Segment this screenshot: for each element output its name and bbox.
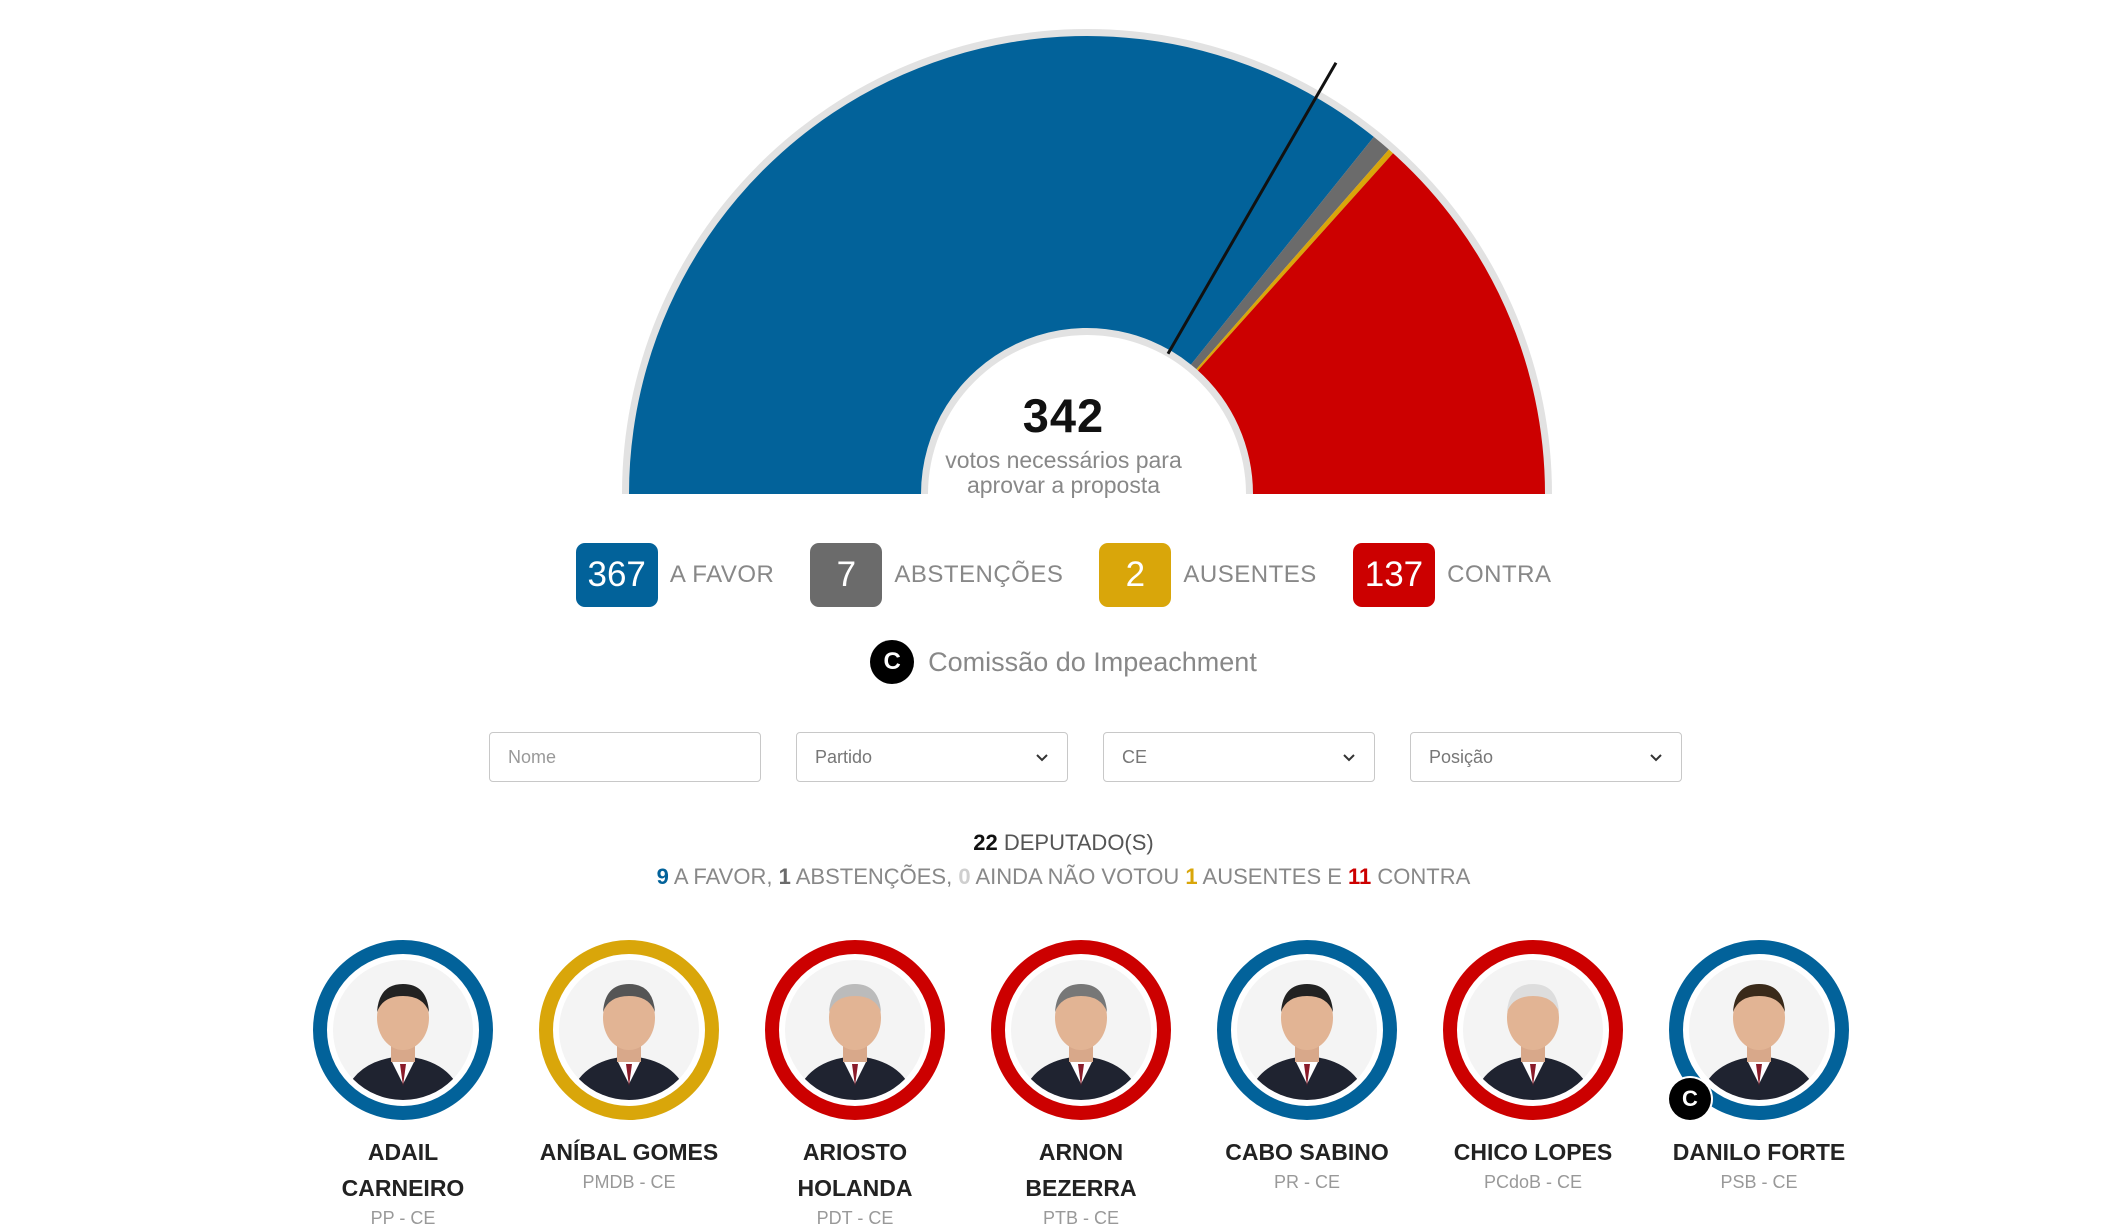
deputy-name: ADAIL CARNEIRO	[341, 1139, 465, 1201]
legend-contra-count: 137	[1352, 543, 1436, 607]
deputy-avatar	[991, 940, 1171, 1120]
commission-badge-icon: C	[870, 640, 915, 684]
position-select-value: Posição	[1429, 746, 1494, 767]
deputy-party: PCdoB - CE	[1483, 1172, 1583, 1192]
legend-ausentes: 2 AUSENTES	[1099, 543, 1316, 607]
breakdown-notvoted-count: 0	[958, 864, 971, 889]
deputy-card[interactable]: ADAIL CARNEIRO PP - CE	[313, 940, 493, 1229]
deputy-name: ANÍBAL GOMES	[539, 1139, 719, 1165]
deputy-avatar	[313, 940, 493, 1120]
deputy-avatar	[1443, 940, 1623, 1120]
votes-needed-line1: votos necessários para	[945, 447, 1182, 473]
legend-favor-label: A FAVOR	[669, 561, 775, 588]
deputies-total-label: DEPUTADO(S)	[1003, 830, 1154, 855]
votes-needed-count: 342	[1022, 389, 1105, 442]
name-search-input[interactable]: Nome	[489, 732, 761, 782]
deputy-party: PP - CE	[370, 1208, 436, 1228]
deputies-total-count: 22	[973, 830, 998, 855]
state-select-value: CE	[1122, 746, 1148, 767]
breakdown-favor-count: 9	[656, 864, 669, 889]
legend-ausentes-count: 2	[1099, 543, 1172, 607]
deputy-portrait-icon	[1011, 960, 1151, 1100]
deputy-card[interactable]: CABO SABINO PR - CE	[1217, 940, 1397, 1229]
deputies-list: ADAIL CARNEIRO PP - CE ANÍBAL GOMES PMDB…	[313, 940, 1849, 1229]
votes-needed-caption: votos necessários para aprovar a propost…	[0, 448, 2127, 498]
legend-abstencoes-count: 7	[810, 543, 883, 607]
commission-legend: C Comissão do Impeachment	[0, 640, 2127, 684]
breakdown-notvoted-label: AINDA NÃO VOTOU	[975, 864, 1180, 889]
deputy-name: DANILO FORTE	[1672, 1139, 1846, 1165]
chevron-down-icon	[1343, 754, 1355, 762]
deputy-card[interactable]: ANÍBAL GOMES PMDB - CE	[539, 940, 719, 1229]
party-select-value: Partido	[815, 746, 873, 767]
deputy-portrait-icon	[1463, 960, 1603, 1100]
deputy-portrait-icon	[333, 960, 473, 1100]
chevron-down-icon	[1650, 754, 1662, 762]
chevron-down-icon	[1036, 754, 1048, 762]
legend-ausentes-label: AUSENTES	[1183, 561, 1317, 588]
deputy-avatar	[539, 940, 719, 1120]
deputy-name: ARNON BEZERRA	[1025, 1139, 1137, 1201]
breakdown-contra-label: CONTRA	[1377, 864, 1471, 889]
deputy-card[interactable]: CHICO LOPES PCdoB - CE	[1443, 940, 1623, 1229]
vote-legend: 367 A FAVOR 7 ABSTENÇÕES 2 AUSENTES 137 …	[0, 543, 2127, 607]
breakdown-contra-count: 11	[1348, 864, 1372, 889]
deputy-name: CABO SABINO	[1225, 1139, 1389, 1165]
deputy-card[interactable]: ARIOSTO HOLANDA PDT - CE	[765, 940, 945, 1229]
legend-favor: 367 A FAVOR	[575, 543, 775, 607]
deputy-party: PSB - CE	[1720, 1172, 1798, 1192]
legend-contra-label: CONTRA	[1447, 561, 1552, 588]
position-select[interactable]: Posição	[1410, 732, 1682, 782]
deputy-party: PR - CE	[1273, 1172, 1340, 1192]
deputy-name: ARIOSTO HOLANDA	[797, 1139, 913, 1201]
deputy-party: PTB - CE	[1042, 1208, 1119, 1228]
deputies-total: 22 DEPUTADO(S)	[0, 830, 2127, 856]
deputy-portrait-icon	[1237, 960, 1377, 1100]
breakdown-favor-label: A FAVOR,	[673, 864, 773, 889]
commission-badge-icon: C	[1669, 1078, 1711, 1120]
filter-bar: Nome Partido CE Posição	[489, 732, 1682, 782]
name-search-placeholder: Nome	[508, 746, 557, 767]
breakdown-ausentes-label: AUSENTES E	[1202, 864, 1342, 889]
breakdown-ausentes-count: 1	[1185, 864, 1198, 889]
legend-favor-count: 367	[575, 543, 658, 607]
deputy-card[interactable]: C DANILO FORTE PSB - CE	[1669, 940, 1849, 1229]
legend-abstencoes: 7 ABSTENÇÕES	[810, 543, 1063, 607]
deputy-card[interactable]: ARNON BEZERRA PTB - CE	[991, 940, 1171, 1229]
breakdown-abst-label: ABSTENÇÕES,	[795, 864, 953, 889]
commission-label: Comissão do Impeachment	[928, 646, 1257, 677]
breakdown-abst-count: 1	[778, 864, 791, 889]
deputy-portrait-icon	[785, 960, 925, 1100]
deputy-party: PDT - CE	[816, 1208, 894, 1228]
deputy-avatar	[765, 940, 945, 1120]
legend-abstencoes-label: ABSTENÇÕES	[894, 561, 1064, 588]
legend-contra: 137 CONTRA	[1352, 543, 1552, 607]
deputy-portrait-icon	[1689, 960, 1829, 1100]
deputy-avatar	[1217, 940, 1397, 1120]
deputy-avatar: C	[1669, 940, 1849, 1120]
deputies-breakdown: 9 A FAVOR, 1 ABSTENÇÕES, 0 AINDA NÃO VOT…	[0, 864, 2127, 890]
state-select[interactable]: CE	[1103, 732, 1375, 782]
party-select[interactable]: Partido	[796, 732, 1068, 782]
deputy-portrait-icon	[559, 960, 699, 1100]
votes-needed-line2: aprovar a proposta	[966, 472, 1161, 498]
deputy-party: PMDB - CE	[582, 1172, 676, 1192]
deputy-name: CHICO LOPES	[1453, 1139, 1613, 1165]
